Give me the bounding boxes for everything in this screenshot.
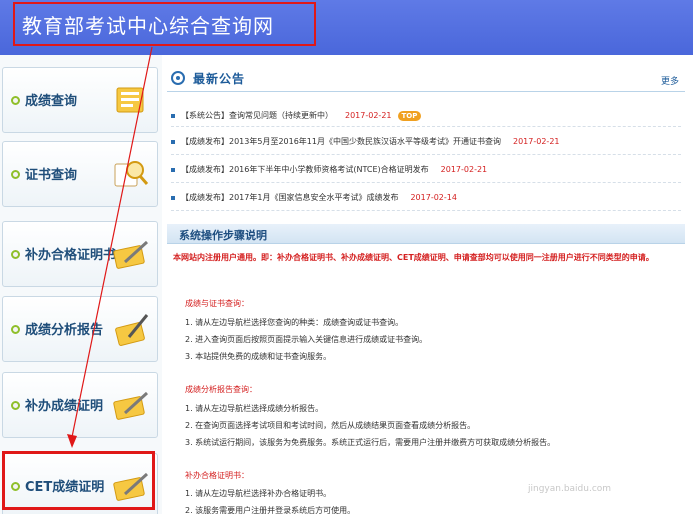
news-title[interactable]: 【成绩发布】2013年5月至2016年11月《中国少数民族汉语水平等级考试》开通… bbox=[181, 137, 501, 146]
bullet-icon bbox=[11, 250, 20, 259]
section-item: 2. 在查询页面选择考试项目和考试时间，然后从成绩结果页面查看成绩分析报告。 bbox=[185, 421, 476, 430]
bullet-icon bbox=[171, 167, 175, 172]
site-header: 教育部考试中心综合查询网 bbox=[0, 0, 693, 55]
news-date: 2017-02-21 bbox=[440, 165, 488, 174]
section-item: 2. 进入查询页面后按照页面提示输入关键信息进行成绩或证书查询。 bbox=[185, 335, 428, 344]
certificate-search-icon bbox=[114, 161, 149, 187]
bullet-icon bbox=[11, 96, 20, 105]
news-item[interactable]: 【成绩发布】2017年1月《国家信息安全水平考试》成绩发布 2017-02-14 bbox=[171, 192, 457, 208]
sidebar-item-score-query[interactable]: 成绩查询 bbox=[2, 67, 158, 133]
section-item: 2. 该服务需要用户注册并登录系统后方可使用。 bbox=[185, 506, 356, 514]
divider bbox=[171, 154, 681, 155]
sidebar-item-label: 补办成绩证明 bbox=[25, 399, 104, 414]
news-date: 2017-02-14 bbox=[410, 193, 457, 202]
main-content: 最新公告 更多 【系统公告】查询常见问题（持续更新中） 2017-02-21 TOP… bbox=[165, 60, 688, 514]
bullet-icon bbox=[171, 139, 175, 144]
divider bbox=[171, 210, 681, 211]
notice-header: 最新公告 更多 bbox=[167, 66, 685, 92]
bullet-icon bbox=[11, 170, 20, 179]
sidebar-item-reissue-score[interactable]: 补办成绩证明 bbox=[2, 372, 158, 438]
section-item: 3. 系统试运行期间，该服务为免费服务。系统正式运行后，需要用户注册并缴费方可获… bbox=[185, 438, 556, 447]
section-item: 1. 请从左边导航栏选择您查询的种类：成绩查询或证书查询。 bbox=[185, 318, 404, 327]
steps-intro: 本网站内注册用户通用。即：补办合格证明书、补办成绩证明、CET成绩证明、申请查部… bbox=[173, 253, 654, 262]
bullet-icon bbox=[171, 113, 175, 118]
circle-target-icon bbox=[171, 71, 185, 85]
score-query-icon bbox=[116, 87, 144, 113]
section-item: 1. 请从左边导航栏选择补办合格证明书。 bbox=[185, 489, 332, 498]
section-title: 成绩分析报告查询： bbox=[185, 385, 257, 394]
top-badge: TOP bbox=[397, 111, 422, 121]
pencil-document-icon bbox=[113, 391, 149, 420]
bullet-icon bbox=[11, 325, 20, 334]
section-item: 3. 本站提供免费的成绩和证书查询服务。 bbox=[185, 352, 332, 361]
news-date: 2017-02-21 bbox=[513, 137, 560, 146]
sidebar-nav: 成绩查询 证书查询 补办合格证明书 成绩分析报告 补办成绩证明 CET成绩证明 bbox=[0, 55, 162, 514]
pencil-document-icon bbox=[113, 240, 149, 269]
steps-header: 系统操作步骤说明 bbox=[167, 224, 685, 244]
news-title[interactable]: 【系统公告】查询常见问题（持续更新中） bbox=[181, 111, 333, 120]
news-date: 2017-02-21 bbox=[345, 111, 392, 120]
news-title[interactable]: 【成绩发布】2017年1月《国家信息安全水平考试》成绩发布 bbox=[181, 193, 398, 202]
divider bbox=[171, 182, 681, 183]
watermark-text: jingyan.baidu.com bbox=[528, 484, 612, 494]
bullet-icon bbox=[11, 401, 20, 410]
section-title: 成绩与证书查询： bbox=[185, 299, 249, 308]
sidebar-item-reissue-certificate[interactable]: 补办合格证明书 bbox=[2, 221, 158, 287]
section-title: 补办合格证明书： bbox=[185, 471, 249, 480]
sidebar-item-label: 成绩分析报告 bbox=[25, 323, 104, 338]
sidebar-item-label: 证书查询 bbox=[25, 168, 78, 183]
sidebar-item-score-report[interactable]: 成绩分析报告 bbox=[2, 296, 158, 362]
section-item: 1. 请从左边导航栏选择成绩分析报告。 bbox=[185, 404, 324, 413]
notice-title: 最新公告 bbox=[193, 72, 246, 86]
sidebar-item-label: 补办合格证明书 bbox=[25, 248, 117, 263]
title-highlight-box bbox=[13, 2, 316, 46]
report-pencil-icon bbox=[115, 314, 149, 346]
news-title[interactable]: 【成绩发布】2016年下半年中小学教师资格考试(NTCE)合格证明发布 bbox=[181, 165, 429, 174]
more-link[interactable]: 更多 bbox=[661, 74, 679, 87]
news-item[interactable]: 【成绩发布】2013年5月至2016年11月《中国少数民族汉语水平等级考试》开通… bbox=[171, 136, 560, 152]
news-item[interactable]: 【系统公告】查询常见问题（持续更新中） 2017-02-21 TOP bbox=[171, 110, 422, 126]
steps-title: 系统操作步骤说明 bbox=[179, 229, 267, 242]
bullet-icon bbox=[171, 195, 175, 200]
sidebar-item-label: 成绩查询 bbox=[25, 94, 78, 109]
cet-highlight-box bbox=[2, 451, 155, 510]
divider bbox=[171, 126, 681, 127]
sidebar-item-certificate-query[interactable]: 证书查询 bbox=[2, 141, 158, 207]
news-item[interactable]: 【成绩发布】2016年下半年中小学教师资格考试(NTCE)合格证明发布 2017-… bbox=[171, 164, 487, 180]
